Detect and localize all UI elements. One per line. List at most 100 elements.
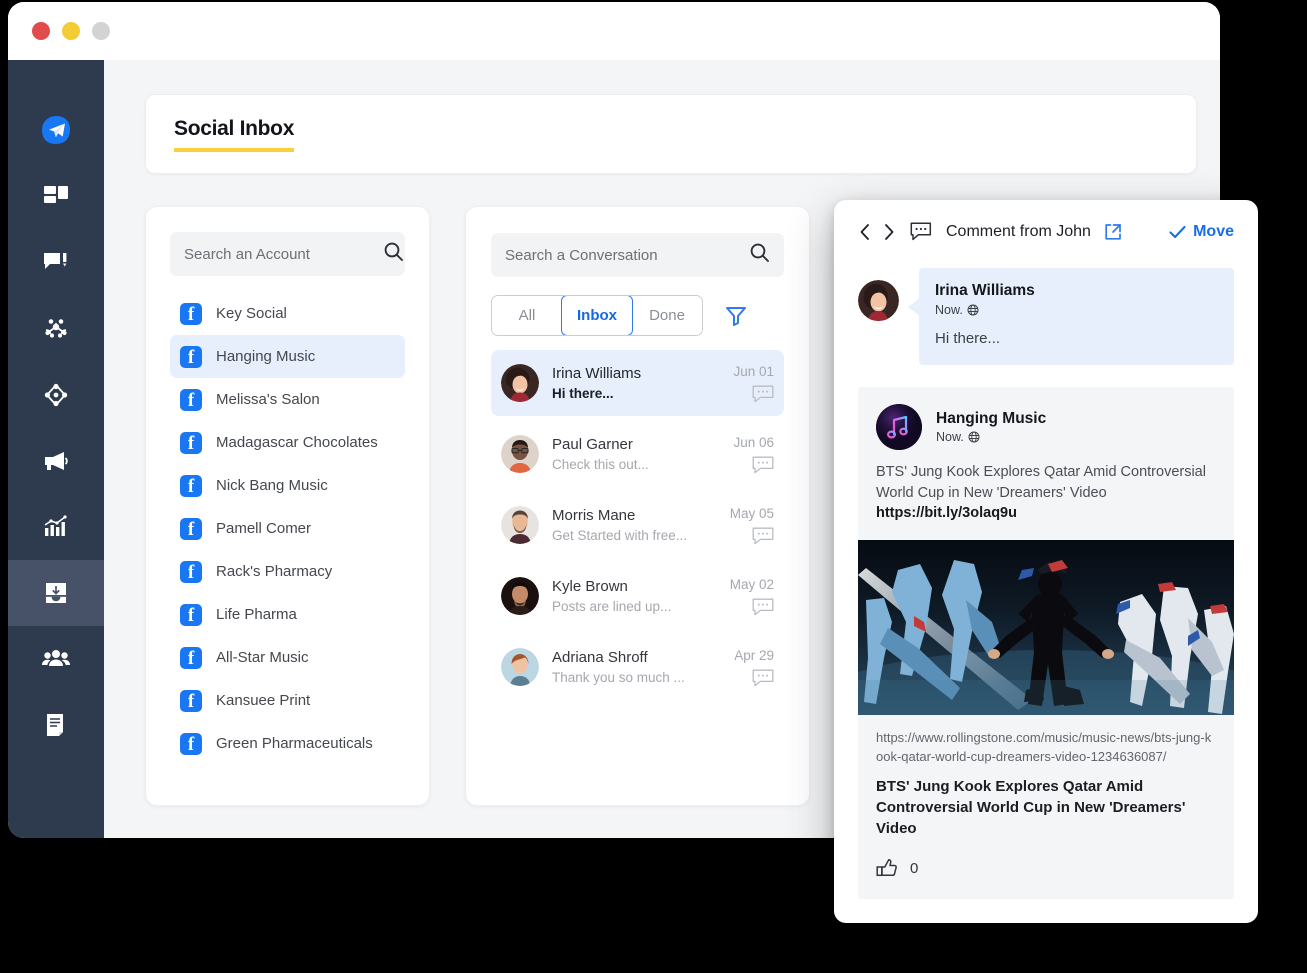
post-account-name: Hanging Music xyxy=(936,410,1046,428)
conversation-name: Kyle Brown xyxy=(552,578,717,595)
sidebar-item-dashboard[interactable] xyxy=(8,164,104,230)
account-list-item[interactable]: fHanging Music xyxy=(170,335,405,378)
page-header-card: Social Inbox xyxy=(145,94,1197,174)
sidebar-item-network[interactable] xyxy=(8,296,104,362)
comment-icon xyxy=(910,222,932,241)
account-name: Hanging Music xyxy=(216,348,315,365)
avatar xyxy=(858,280,899,321)
open-external-button[interactable] xyxy=(1104,223,1122,241)
preview-url: https://www.rollingstone.com/music/music… xyxy=(876,729,1216,767)
conversation-list-item[interactable]: Morris ManeGet Started with free... May 0… xyxy=(491,492,784,558)
sidebar-item-campaigns[interactable] xyxy=(8,428,104,494)
account-name: Madagascar Chocolates xyxy=(216,434,378,451)
post-time: Now. xyxy=(936,430,964,444)
post-image[interactable] xyxy=(858,540,1234,715)
account-list-item[interactable]: f Green Pharmaceuticals xyxy=(170,722,405,765)
conversation-text: Irina WilliamsHi there... xyxy=(552,365,720,401)
thumbs-up-icon[interactable] xyxy=(876,857,898,879)
move-label: Move xyxy=(1193,223,1234,241)
post-actions: 0 xyxy=(858,839,1234,899)
account-search-box[interactable] xyxy=(170,232,405,276)
conversation-name: Morris Mane xyxy=(552,507,717,524)
account-list-item[interactable]: f Rack's Pharmacy xyxy=(170,550,405,593)
account-list-item[interactable]: fKansuee Print xyxy=(170,679,405,722)
previous-conversation-button[interactable] xyxy=(858,223,872,241)
account-name: Green Pharmaceuticals xyxy=(216,735,373,752)
conversation-list: Irina WilliamsHi there...Jun 01Paul Garn… xyxy=(491,350,784,700)
tab-done[interactable]: Done xyxy=(632,296,702,335)
sidebar-item-publish[interactable] xyxy=(8,230,104,296)
maximize-window-button[interactable] xyxy=(92,22,110,40)
account-list-item[interactable]: fKey Social xyxy=(170,292,405,335)
sidebar-item-analytics[interactable] xyxy=(8,494,104,560)
conversation-text: Morris ManeGet Started with free... xyxy=(552,507,717,543)
account-list-item[interactable]: fMadagascar Chocolates xyxy=(170,421,405,464)
target-diamond-icon xyxy=(41,380,71,410)
filter-funnel-icon xyxy=(723,303,749,329)
sidebar-item-team[interactable] xyxy=(8,626,104,692)
conversation-list-item[interactable]: Paul GarnerCheck this out...Jun 06 xyxy=(491,421,784,487)
facebook-icon: f xyxy=(180,303,202,325)
conversation-list-item[interactable]: Adriana ShroffThank you so much ... Apr 2… xyxy=(491,634,784,700)
message-meta: Now. xyxy=(935,303,1218,317)
conversation-search-input[interactable] xyxy=(505,247,749,264)
account-name: Nick Bang Music xyxy=(216,477,328,494)
reports-document-icon xyxy=(41,710,71,740)
account-name: Rack's Pharmacy xyxy=(216,563,332,580)
conversation-meta: Apr 29 xyxy=(734,634,774,700)
filter-button[interactable] xyxy=(723,303,749,329)
post-header: Hanging Music Now. xyxy=(858,387,1234,450)
account-list-item[interactable]: f Nick Bang Music xyxy=(170,464,405,507)
compose-comment-icon xyxy=(41,248,71,278)
megaphone-icon xyxy=(40,445,72,477)
facebook-icon: f xyxy=(180,475,202,497)
minimize-window-button[interactable] xyxy=(62,22,80,40)
avatar xyxy=(501,506,539,544)
sidebar-item-engage[interactable] xyxy=(8,362,104,428)
link-preview[interactable]: https://www.rollingstone.com/music/music… xyxy=(858,715,1234,840)
facebook-icon: f xyxy=(180,604,202,626)
conversation-snippet: Check this out... xyxy=(552,457,720,472)
conversations-panel: AllInboxDone Irina WilliamsHi there...Ju… xyxy=(465,206,810,806)
facebook-icon: f xyxy=(180,518,202,540)
search-icon xyxy=(749,242,770,268)
message-bubble-wrap: Irina Williams Now. Hi there... xyxy=(919,268,1234,365)
account-list-item[interactable]: fAll-Star Music xyxy=(170,636,405,679)
conversation-text: Adriana ShroffThank you so much ... xyxy=(552,649,721,685)
conversation-meta: Jun 06 xyxy=(733,421,774,487)
sidebar-item-social-inbox[interactable] xyxy=(8,560,104,626)
conversation-list-item[interactable]: Kyle BrownPosts are lined up...May 02 xyxy=(491,563,784,629)
account-name: Life Pharma xyxy=(216,606,297,623)
next-conversation-button[interactable] xyxy=(882,223,896,241)
post-link[interactable]: https://bit.ly/3olaq9u xyxy=(876,505,1017,521)
account-name: Kansuee Print xyxy=(216,692,310,709)
conversation-meta: May 05 xyxy=(730,492,774,558)
conversation-name: Irina Williams xyxy=(552,365,720,382)
comment-icon xyxy=(752,598,774,616)
analytics-chart-icon xyxy=(41,512,71,542)
post-body: BTS' Jung Kook Explores Qatar Amid Contr… xyxy=(858,450,1234,540)
team-people-icon xyxy=(40,643,72,675)
network-share-icon xyxy=(41,314,71,344)
send-logo-icon xyxy=(38,112,74,148)
facebook-icon: f xyxy=(180,733,202,755)
conversation-name: Adriana Shroff xyxy=(552,649,721,666)
tab-inbox[interactable]: Inbox xyxy=(561,295,633,336)
account-list-item[interactable]: f Life Pharma xyxy=(170,593,405,636)
tab-all[interactable]: All xyxy=(492,296,562,335)
close-window-button[interactable] xyxy=(32,22,50,40)
conversation-search-box[interactable] xyxy=(491,233,784,277)
facebook-icon: f xyxy=(180,389,202,411)
conversation-list-item[interactable]: Irina WilliamsHi there...Jun 01 xyxy=(491,350,784,416)
account-list-item[interactable]: fMelissa's Salon xyxy=(170,378,405,421)
conversation-filter-row: AllInboxDone xyxy=(491,295,784,336)
app-logo[interactable] xyxy=(8,98,104,162)
message-text: Hi there... xyxy=(935,330,1218,347)
facebook-icon: f xyxy=(180,561,202,583)
sidebar-item-reports[interactable] xyxy=(8,692,104,758)
account-list-item[interactable]: fPamell Comer xyxy=(170,507,405,550)
post-text: BTS' Jung Kook Explores Qatar Amid Contr… xyxy=(876,464,1206,501)
move-button[interactable]: Move xyxy=(1169,223,1234,241)
account-search-input[interactable] xyxy=(184,246,383,263)
detail-message: Irina Williams Now. Hi there... xyxy=(858,268,1234,365)
